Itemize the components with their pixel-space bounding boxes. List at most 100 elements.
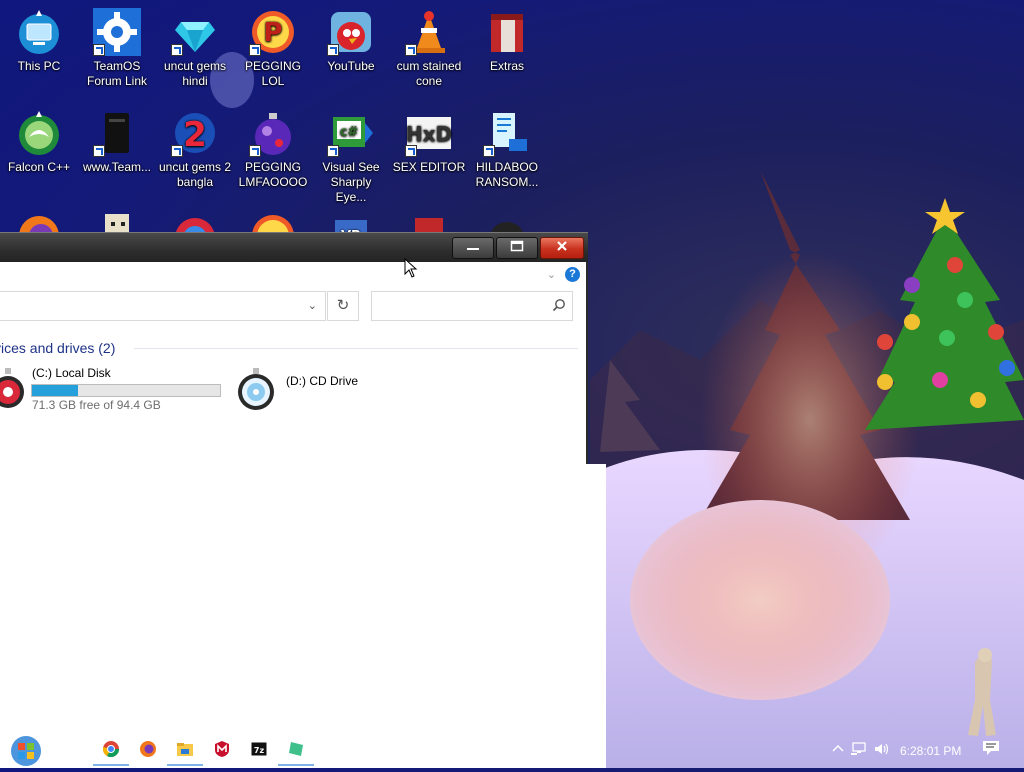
svg-text:P: P [263,18,282,48]
group-header-devices-and-drives[interactable]: vices and drives (2) [0,340,115,356]
maximize-icon [510,240,524,252]
chrome-icon [102,741,120,758]
desktop-icon-label: SEX EDITOR [392,160,466,174]
content-pane-empty-area[interactable] [0,464,606,768]
notepad-icon [289,742,303,756]
falcon-icon [19,111,59,155]
help-icon[interactable]: ? [565,267,580,282]
address-row: ⌄ ↻ [0,290,588,330]
maximize-button[interactable] [496,237,538,259]
group-divider [134,348,578,349]
drive-name: (D:) CD Drive [286,374,358,388]
file-explorer-window[interactable]: ⌄ ? ⌄ ↻ vices and drives (2) (C:) Local … [0,232,606,768]
desktop-icon-uncut-gems-hindi[interactable]: uncut gems hindi [156,2,234,89]
desktop-icon-label: www.Team... [82,160,151,174]
desktop-icon-label: Visual See Sharply Eye... [322,160,380,204]
search-icon [552,299,565,312]
desktop-icon-label: HILDABOO RANSOM... [475,160,539,189]
svg-text:2: 2 [183,115,207,155]
search-input[interactable] [371,291,573,321]
taskbar-clock[interactable]: 6:28:01 PM [900,744,961,758]
desktop-icon-pegging-lmfaoooo[interactable]: PEGGING LMFAOOOO [234,103,312,190]
close-icon [557,241,567,251]
shortcut-arrow-icon [93,145,105,157]
taskbar: 7z 6:28:01 PM [0,730,1024,768]
network-icon[interactable] [850,742,866,759]
svg-text:HxD: HxD [406,122,452,146]
show-hidden-icons-chevron-icon[interactable] [832,742,844,756]
desktop-icon-falcon-cpp[interactable]: Falcon C++ [0,103,78,175]
address-bar[interactable]: ⌄ [0,291,326,321]
minimize-button[interactable] [452,237,494,259]
minimize-icon [467,248,479,250]
drive-name: (C:) Local Disk [32,366,111,380]
shortcut-arrow-icon [93,44,105,56]
start-button[interactable] [6,731,46,767]
desktop-icon-extras[interactable]: Extras [468,2,546,74]
desktop-icon-teamos-forum-link[interactable]: TeamOS Forum Link [78,2,156,89]
desktop-icon-www-team[interactable]: www.Team... [78,103,156,175]
shortcut-arrow-icon [327,44,339,56]
desktop-icon-sex-editor[interactable]: HxD SEX EDITOR [390,103,468,175]
svg-text:7z: 7z [254,746,265,755]
mouse-cursor-icon [404,258,418,278]
address-history-chevron-icon[interactable]: ⌄ [308,299,317,312]
system-tray: 6:28:01 PM [824,730,1024,768]
refresh-icon: ↻ [336,297,350,314]
ribbon-bar: ⌄ ? [0,262,588,290]
action-center-icon[interactable] [982,740,1000,759]
running-indicator [278,764,314,766]
desktop-icon-label: TeamOS Forum Link [86,59,148,88]
drive-capacity-fill [32,385,79,396]
desktop-icon-label: PEGGING LOL [244,59,301,88]
windows-orb-icon [11,736,41,766]
desktop-icon-label: YouTube [327,59,375,73]
file-explorer-icon [177,743,193,756]
svg-text:c#: c# [340,125,359,140]
running-indicator [167,764,203,766]
drive-c-local-disk[interactable]: (C:) Local Disk 71.3 GB free of 94.4 GB [0,366,224,416]
extras-box-icon [491,14,523,52]
desktop-icon-label: This PC [17,59,61,73]
desktop-icon-uncut-gems-2-bangla[interactable]: 2 uncut gems 2 bangla [156,103,234,190]
desktop-icon-hildaboo-ransom[interactable]: HILDABOO RANSOM... [468,103,546,190]
drive-free-space: 71.3 GB free of 94.4 GB [32,398,161,412]
content-pane: vices and drives (2) (C:) Local Disk 71.… [0,330,588,464]
desktop-icon-label: Falcon C++ [7,160,71,174]
shortcut-arrow-icon [483,145,495,157]
desktop-icon-this-pc[interactable]: This PC [0,2,78,74]
refresh-button[interactable]: ↻ [327,291,359,321]
volume-icon[interactable] [874,742,890,759]
desktop-icon-label: PEGGING LMFAOOOO [238,160,308,189]
desktop-icon-pegging-lol[interactable]: P PEGGING LOL [234,2,312,89]
close-button[interactable] [540,237,584,259]
taskbar-notepad[interactable] [278,732,314,766]
desktop-icon-cum-stained-cone[interactable]: cum stained cone [390,2,468,89]
window-titlebar[interactable] [0,232,588,263]
desktop-icon-label: cum stained cone [396,59,462,88]
shortcut-arrow-icon [249,44,261,56]
taskbar-7zip[interactable]: 7z [241,732,277,766]
shortcut-arrow-icon [249,145,261,157]
drive-d-cd-drive[interactable]: (D:) CD Drive [236,366,366,416]
expand-ribbon-chevron-icon[interactable]: ⌄ [547,268,556,281]
shortcut-arrow-icon [327,145,339,157]
desktop-icon-label: uncut gems 2 bangla [158,160,232,189]
shortcut-arrow-icon [405,44,417,56]
drive-capacity-bar [31,384,221,397]
shortcut-arrow-icon [405,145,417,157]
this-pc-icon [19,10,59,54]
shortcut-arrow-icon [171,145,183,157]
running-indicator [93,764,129,766]
desktop-icon-label: uncut gems hindi [163,59,227,88]
taskbar-firefox[interactable] [130,732,166,766]
desktop-icon-visual-see-sharply[interactable]: c# Visual See Sharply Eye... [312,103,390,205]
desktop-icon-youtube[interactable]: YouTube [312,2,390,74]
taskbar-file-explorer[interactable] [167,732,203,766]
taskbar-mcafee[interactable] [204,732,240,766]
taskbar-chrome[interactable] [93,732,129,766]
firefox-icon [140,741,156,757]
mcafee-icon [215,741,229,757]
7zip-icon: 7z [250,741,268,757]
desktop-icon-label: Extras [489,59,524,73]
